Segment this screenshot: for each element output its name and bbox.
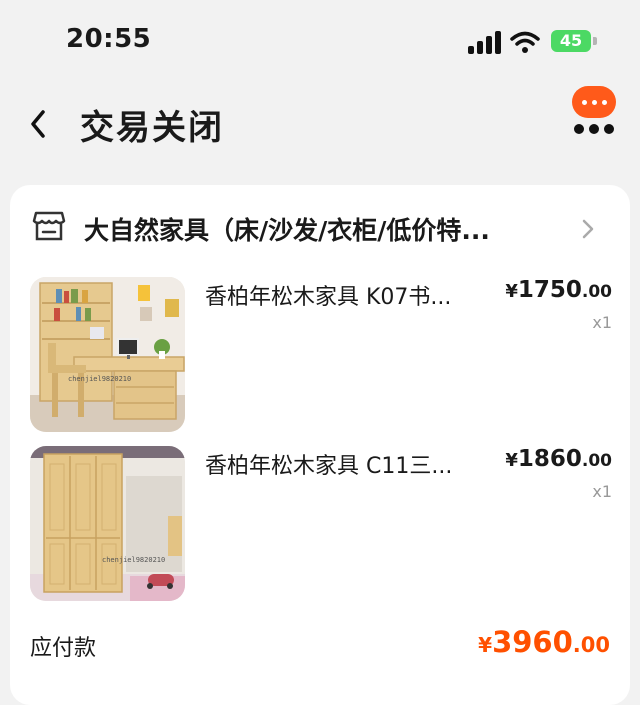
order-item[interactable]: chenjiel9820210 香柏年松木家具 C11三... ¥1860.00… xyxy=(10,446,630,606)
item-quantity: x1 xyxy=(592,313,612,332)
wifi-icon xyxy=(510,31,540,53)
shop-name: 大自然家具（床/沙发/衣柜/低价特... xyxy=(84,216,490,245)
more-menu-icon[interactable] xyxy=(570,86,620,138)
battery-icon: 45 xyxy=(551,30,597,52)
chevron-right-icon[interactable] xyxy=(580,217,596,241)
item-price: ¥1860.00 xyxy=(505,446,612,472)
product-watermark: chenjiel9820210 xyxy=(102,556,165,564)
status-time: 20:55 xyxy=(66,24,152,54)
product-watermark: chenjiel9820210 xyxy=(68,375,131,383)
page-title: 交易关闭 xyxy=(80,108,224,148)
status-bar: 20:55 45 xyxy=(0,0,640,80)
back-arrow-icon[interactable] xyxy=(24,106,54,142)
wardrobe-image[interactable]: chenjiel9820210 xyxy=(30,446,185,601)
cellular-signal-icon xyxy=(468,30,502,54)
amount-due-value: ¥3960.00 xyxy=(478,625,610,659)
item-title[interactable]: 香柏年松木家具 K07书... xyxy=(205,279,451,311)
amount-due-label: 应付款 xyxy=(30,636,97,661)
store-icon xyxy=(32,211,66,241)
shop-header[interactable]: 大自然家具（床/沙发/衣柜/低价特... xyxy=(10,185,630,275)
item-quantity: x1 xyxy=(592,482,612,501)
order-card: 大自然家具（床/沙发/衣柜/低价特... chenjiel9820210 香柏年… xyxy=(10,185,630,705)
item-title[interactable]: 香柏年松木家具 C11三... xyxy=(205,448,452,480)
order-item[interactable]: chenjiel9820210 香柏年松木家具 K07书... ¥1750.00… xyxy=(10,277,630,437)
desk-bookshelf-image[interactable]: chenjiel9820210 xyxy=(30,277,185,432)
nav-bar: 交易关闭 xyxy=(0,80,640,170)
battery-level: 45 xyxy=(551,30,591,52)
item-price: ¥1750.00 xyxy=(505,277,612,303)
